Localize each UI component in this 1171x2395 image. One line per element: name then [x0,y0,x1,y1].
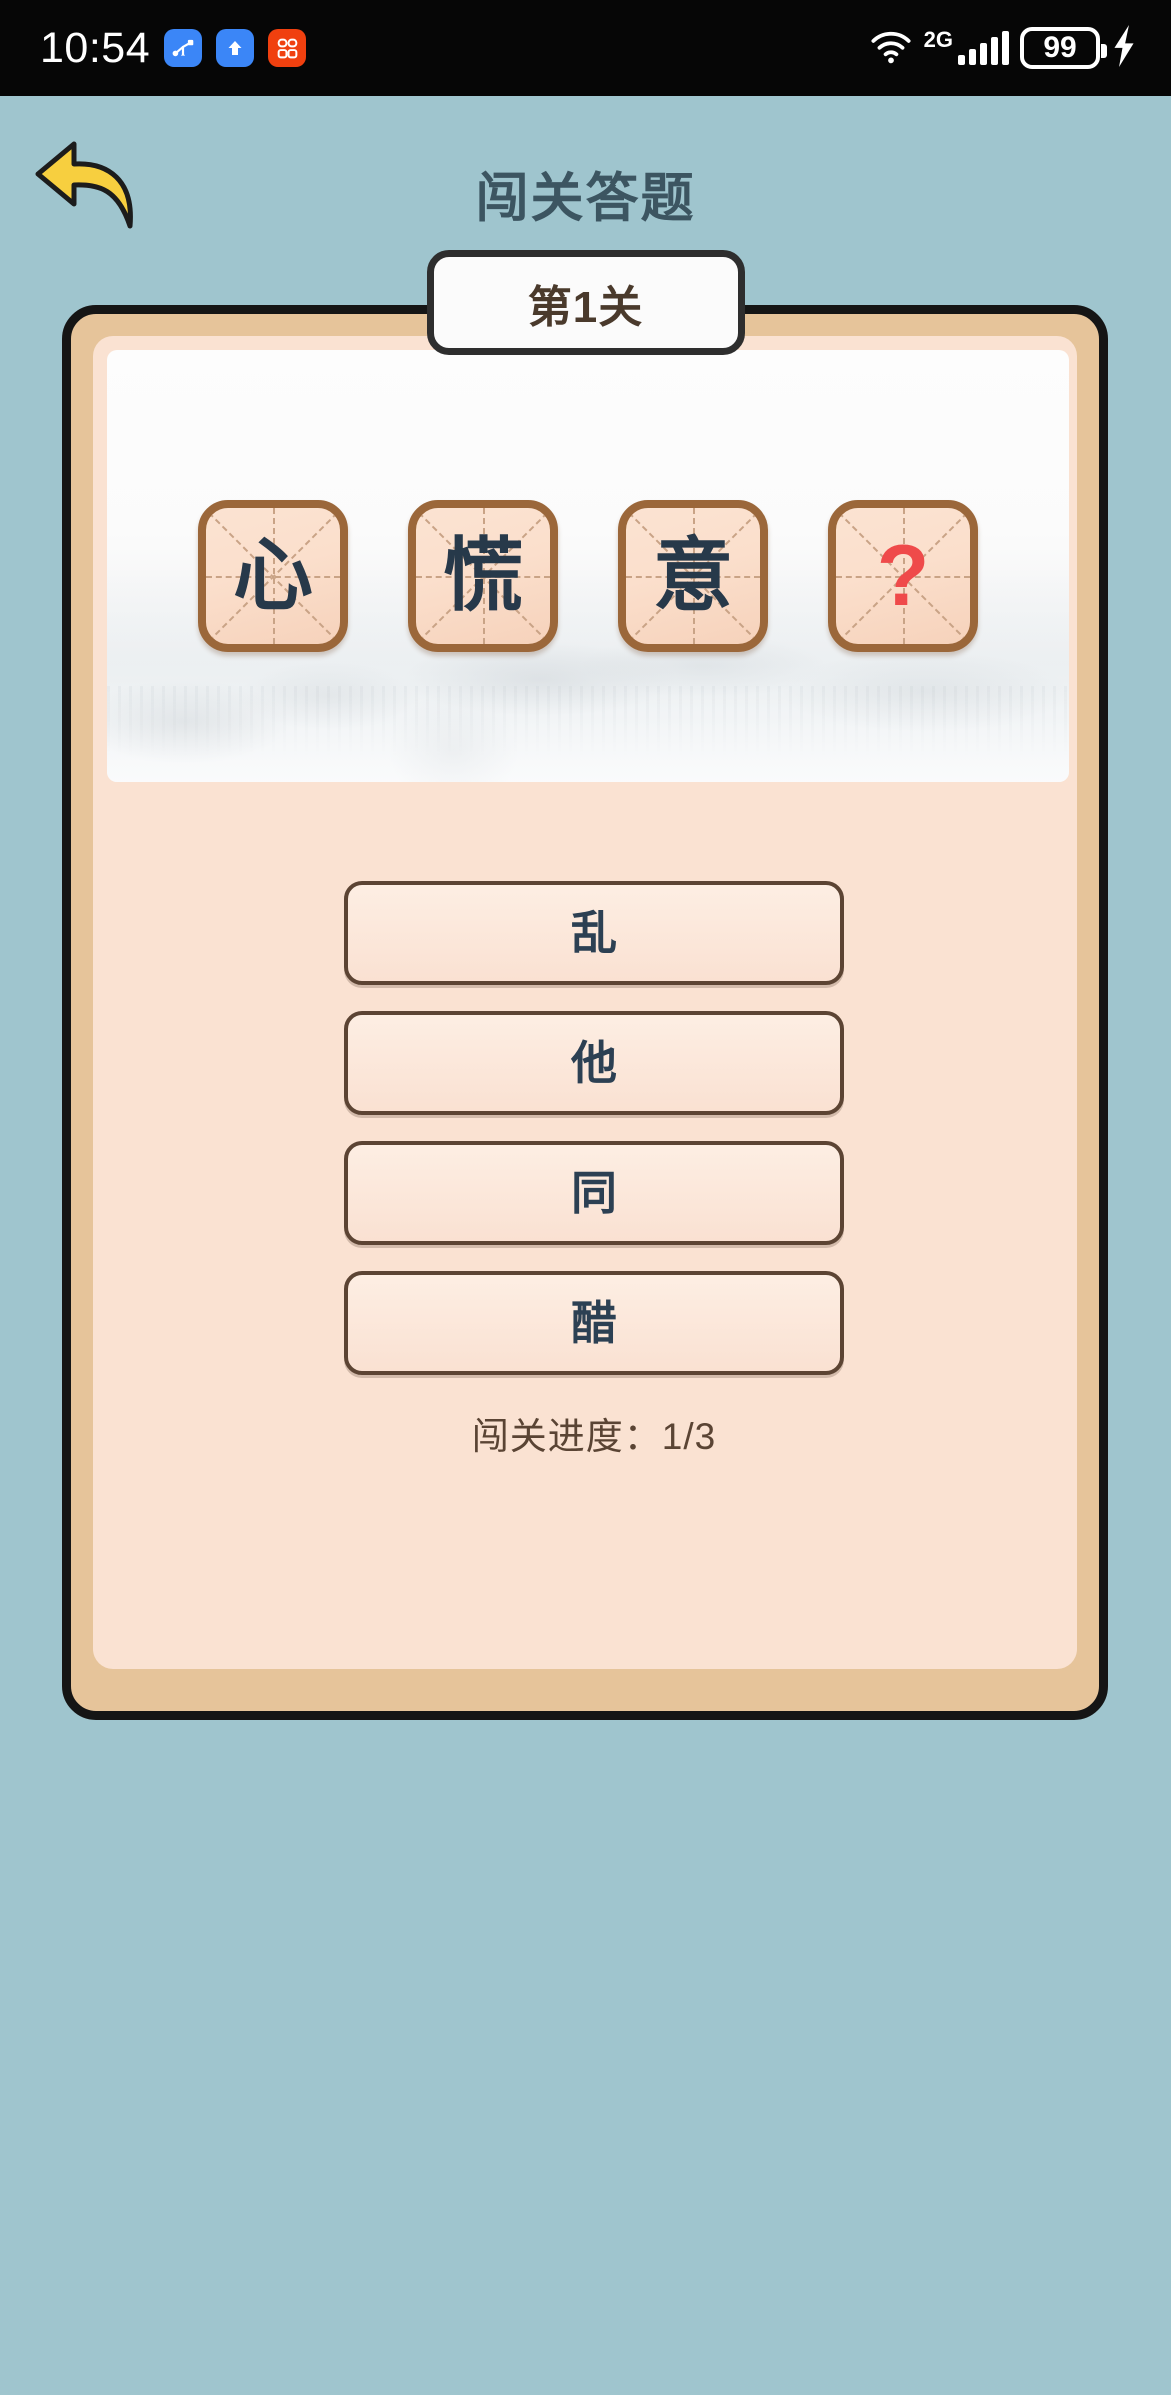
upload-icon [216,29,255,67]
idiom-tile[interactable]: 心 [198,500,348,652]
status-clock: 10:54 [40,23,151,72]
status-bar-right: 2G 99 [869,24,1137,72]
status-bar: 10:54 2G 99 [0,0,1171,96]
answer-option-4[interactable]: 醋 [344,1271,844,1375]
idiom-tile[interactable]: 慌 [408,500,558,652]
answer-option-2[interactable]: 他 [344,1011,844,1115]
answer-option-label: 醋 [571,1297,617,1349]
app-header: 闯关答题 [0,96,1171,271]
question-mark-icon: ? [876,528,930,624]
idiom-tiles-row: 心 慌 意 ? [107,500,1069,652]
game-card: 心 慌 意 ? 乱 他 同 醋 闯关进度：1/3 [62,305,1108,1720]
idiom-tile-char: 心 [233,531,313,620]
status-bar-left: 10:54 [40,23,307,72]
battery-indicator: 99 [1020,27,1107,69]
game-card-inner: 心 慌 意 ? 乱 他 同 醋 闯关进度：1/3 [93,336,1077,1669]
idiom-tile-blank[interactable]: ? [828,500,978,652]
answer-option-label: 乱 [571,907,617,959]
level-tab[interactable]: 第1关 [426,250,745,355]
app-badge-icon [268,29,307,67]
idiom-tile[interactable]: 意 [618,500,768,652]
answer-option-3[interactable]: 同 [344,1141,844,1245]
idiom-tile-char: 意 [653,531,733,620]
page-title: 闯关答题 [475,169,696,228]
answer-option-label: 他 [571,1037,617,1089]
wifi-icon [869,28,913,69]
usb-icon [164,29,203,67]
idiom-tile-char: 慌 [443,531,523,620]
answer-options-list: 乱 他 同 醋 [93,881,1077,1375]
question-panel: 心 慌 意 ? [107,350,1069,782]
level-tab-label: 第1关 [527,282,644,332]
answer-option-label: 同 [571,1167,617,1219]
answer-option-1[interactable]: 乱 [344,881,844,985]
battery-level-label: 99 [1043,31,1077,64]
network-type-label: 2G [923,26,953,52]
charging-bolt-icon [1111,24,1137,72]
level-progress-text: 闯关进度：1/3 [471,1416,717,1457]
signal-bars-icon [958,31,1009,65]
